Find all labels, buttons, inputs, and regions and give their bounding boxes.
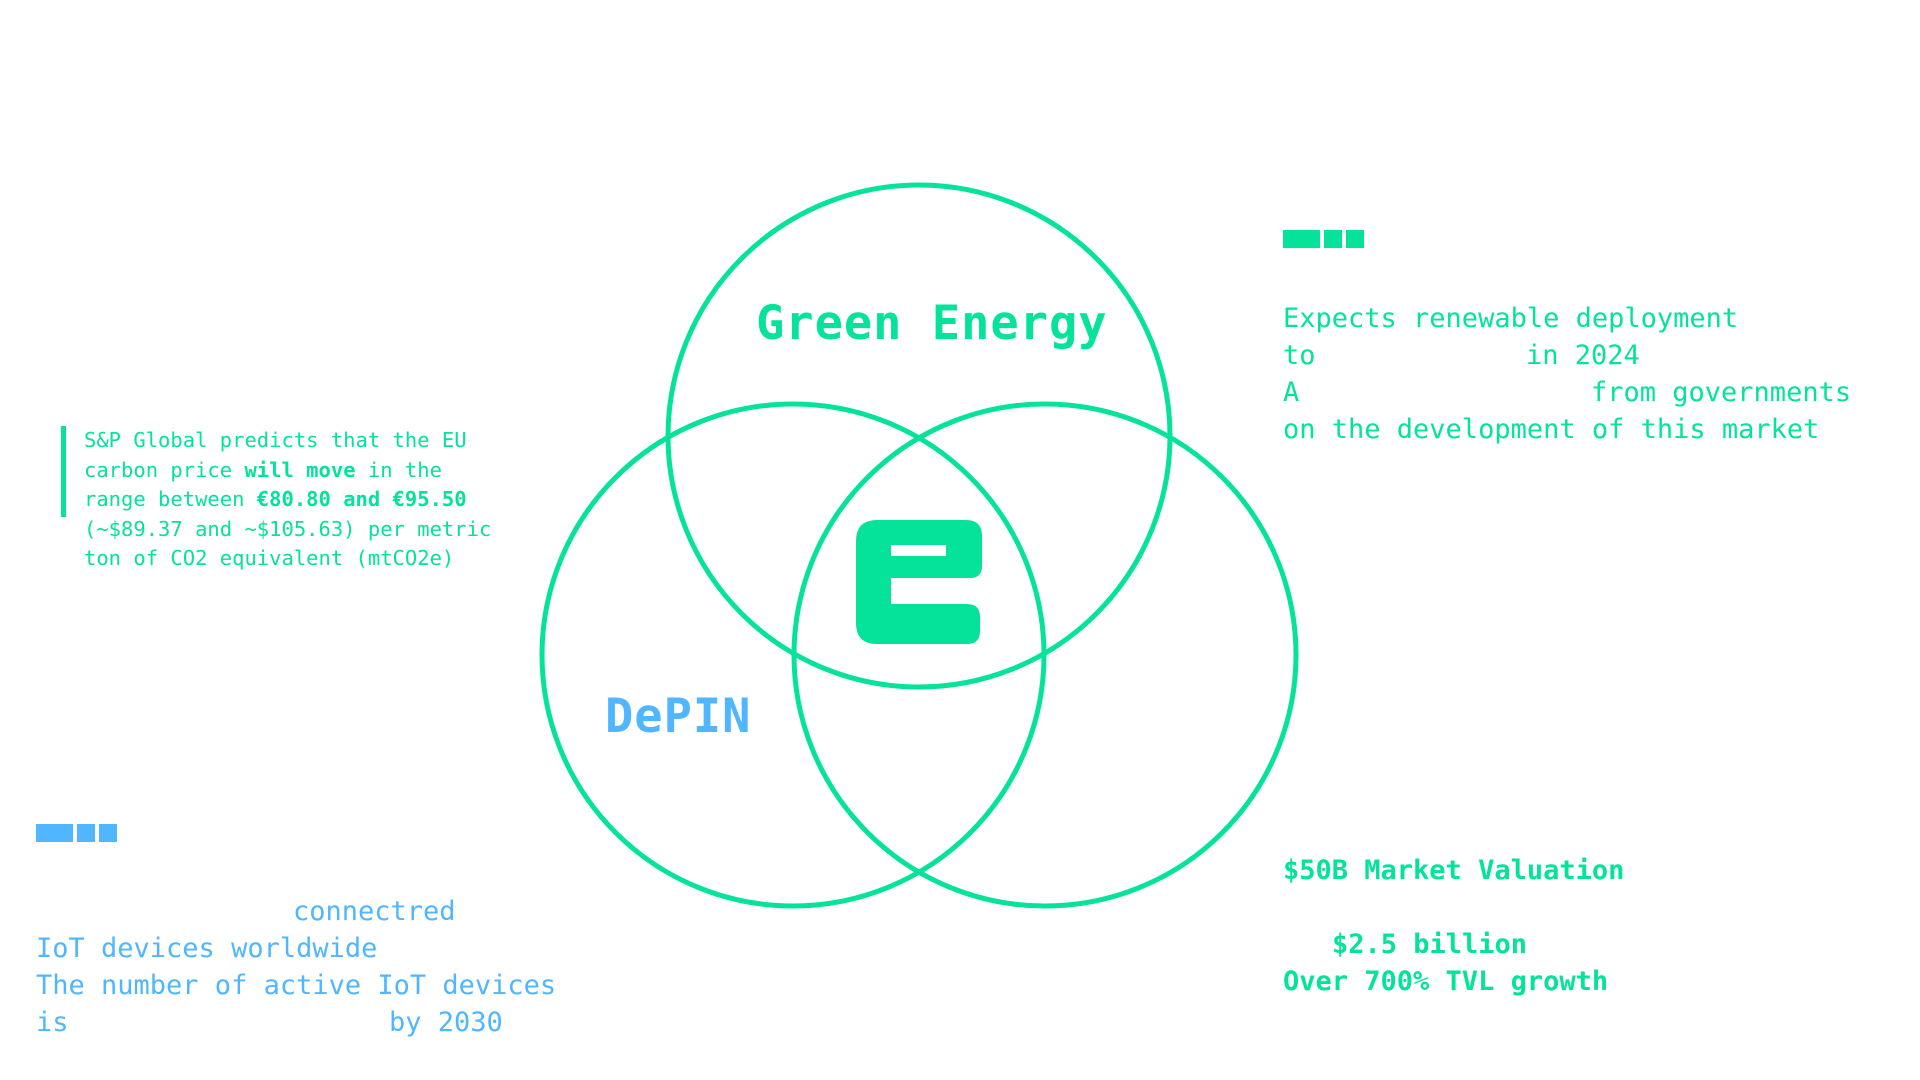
iot-stat-line: IoT devices worldwide [36, 933, 378, 964]
quote-line: range between €80.80 and €95.50 [84, 485, 554, 515]
pill [1283, 230, 1320, 248]
green-stat-line: in 2024 [1526, 340, 1640, 371]
pill [99, 824, 117, 842]
green-stat-line: on the development of this market [1283, 414, 1820, 445]
green-stat-line: from governments [1591, 377, 1852, 408]
iot-stat-line: The number of active IoT devices [36, 970, 557, 1001]
quote-line: (~$89.37 and ~$105.63) per metric [84, 516, 492, 541]
quote-text: in the [355, 457, 442, 482]
venn-label-depin: DePIN [605, 689, 752, 744]
quote-line: S&P Global predicts that the EU [84, 428, 467, 452]
green-stat-line: A [1283, 377, 1300, 408]
quote-emphasis: €80.80 and €95.50 [256, 487, 467, 511]
e-logo-icon [856, 520, 982, 644]
green-stat-line: Expects renewable deployment [1283, 303, 1739, 334]
green-stat-line: to [1283, 340, 1316, 371]
pill [1346, 230, 1364, 248]
market-amount: $2.5 billion [1332, 929, 1528, 960]
quote-line: carbon price will move in the [84, 456, 554, 486]
iot-stat-line: connectred [293, 896, 456, 927]
quote-emphasis: will move [244, 457, 356, 482]
quote-line: ton of CO2 equivalent (mtCO2e) [84, 546, 455, 570]
quote-text: carbon price [84, 457, 245, 482]
iot-stat-line: by 2030 [389, 1007, 503, 1038]
carbon-price-quote: S&P Global predicts that the EU carbon p… [61, 426, 554, 574]
quote-text: range between [84, 487, 257, 511]
pill [36, 824, 73, 842]
pill [77, 824, 95, 842]
market-valuation: $50B Market Valuation [1283, 855, 1625, 886]
venn-label-green-energy: Green Energy [756, 296, 1108, 351]
tvl-growth: Over 700% TVL growth [1283, 966, 1609, 997]
pill [1324, 230, 1342, 248]
iot-stat-line: is [36, 1007, 69, 1038]
